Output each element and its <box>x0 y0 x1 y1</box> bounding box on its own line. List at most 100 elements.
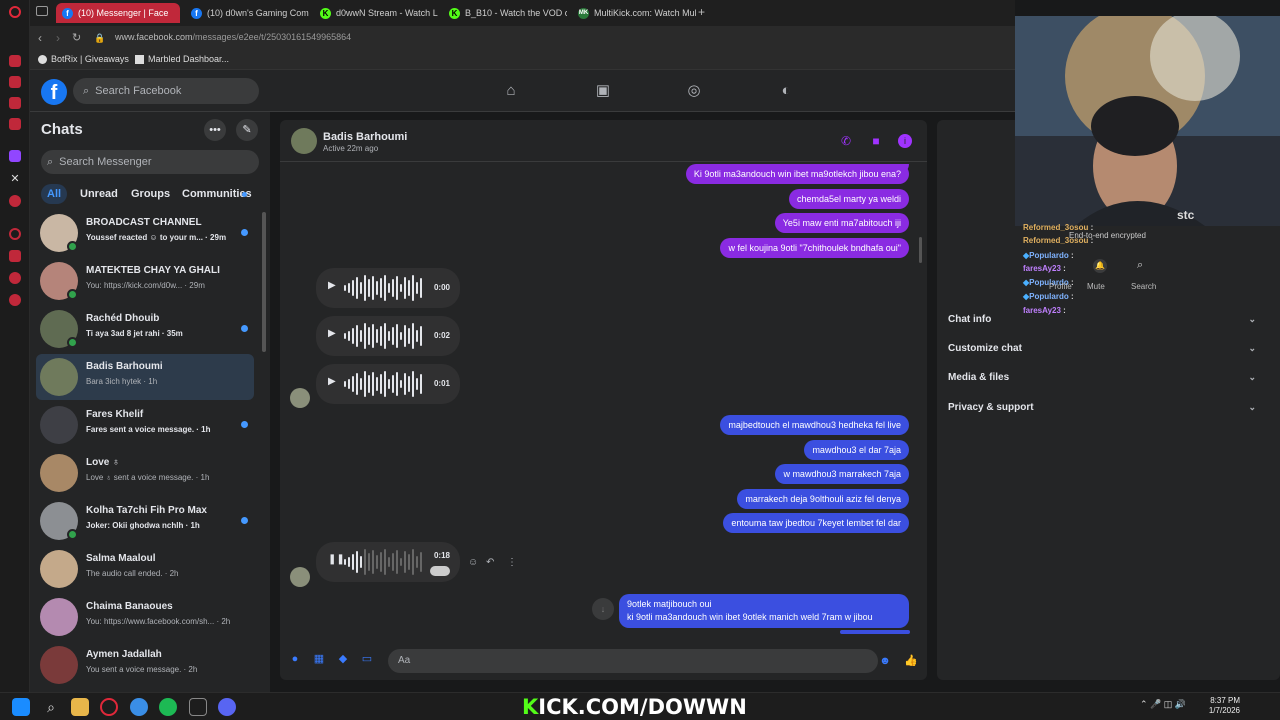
tab-vod[interactable]: K B_B10 - Watch the VOD on <box>443 3 567 23</box>
message-bubble[interactable]: w fel koujina 9otli "7chithoulek bndhafa… <box>720 238 909 258</box>
windows-start-icon[interactable] <box>12 698 30 716</box>
emoji-icon[interactable]: ☻ <box>878 654 892 668</box>
forward-icon[interactable]: › <box>56 31 60 45</box>
scrollbar[interactable] <box>919 165 922 645</box>
avatar[interactable] <box>291 128 317 154</box>
message-input[interactable]: Aa <box>388 649 878 673</box>
filter-unread[interactable]: Unread <box>74 184 124 204</box>
bookmark-botrix[interactable]: BotRix | Giveaways <box>38 54 129 64</box>
app-icon[interactable] <box>189 698 207 716</box>
tab-stream[interactable]: K d0wwN Stream - Watch L <box>314 3 438 23</box>
avatar[interactable] <box>290 388 310 408</box>
sidebar-app-icon[interactable] <box>9 250 21 262</box>
reply-icon[interactable]: ↶ <box>486 557 494 568</box>
discord-icon[interactable] <box>218 698 236 716</box>
conversation-item[interactable]: Kolha Ta7chi Fih Pro Max Joker: Okii ghod… <box>36 498 254 544</box>
message-bubble[interactable]: w mawdhou3 marrakech 7aja <box>775 464 909 484</box>
message-bubble[interactable]: Ki 9otli ma3andouch win ibet ma9otlekch … <box>685 164 909 184</box>
sidebar-app-icon[interactable] <box>9 97 21 109</box>
spotify-icon[interactable] <box>159 698 177 716</box>
message-bubble[interactable]: majbedtouch el mawdhou3 hedheka fel live <box>720 415 909 435</box>
conversation-item[interactable]: Badis Barhoumi Bara 3ich hytek · 1h <box>36 354 254 400</box>
play-icon[interactable]: ▶ <box>328 280 336 291</box>
play-icon[interactable]: ▶ <box>328 376 336 387</box>
react-icon[interactable]: ☺ <box>468 557 478 568</box>
bookmark-marbled[interactable]: Marbled Dashboar... <box>135 54 229 64</box>
sticker-icon[interactable]: ◆ <box>336 652 350 666</box>
conversation-item[interactable]: Rachéd Dhouib Ti aya 3ad 8 jet rahi · 35m <box>36 306 254 352</box>
messenger-search-input[interactable]: ⌕ Search Messenger <box>41 150 259 174</box>
history-icon[interactable] <box>9 228 21 240</box>
info-icon[interactable]: i <box>898 134 912 148</box>
new-tab-button[interactable]: + <box>698 5 705 19</box>
tab-menu-icon[interactable] <box>36 6 48 16</box>
video-call-icon[interactable]: ■ <box>869 134 883 148</box>
search-icon[interactable]: ⌕ <box>42 698 60 716</box>
settings-icon[interactable] <box>9 294 21 306</box>
more-options-icon[interactable]: ••• <box>204 119 226 141</box>
video-icon[interactable]: ▣ <box>594 82 612 100</box>
profile-action-label[interactable]: Profile <box>1049 282 1072 291</box>
tab-multikick[interactable]: MK MultiKick.com: Watch Mult <box>572 3 696 23</box>
conversation-item[interactable]: MATEKTEB CHAY YA GHALI You: https://kick.… <box>36 258 254 304</box>
sidebar-app-icon[interactable] <box>9 76 21 88</box>
conversation-item[interactable]: Love ♁ Love ♁ sent a voice message. · 1h <box>36 450 254 496</box>
privacy-support-section[interactable]: Privacy & support ⌄ <box>948 402 1256 413</box>
gaming-icon[interactable]: ◐ <box>777 82 795 100</box>
sidebar-app-icon[interactable] <box>9 55 21 67</box>
file-explorer-icon[interactable] <box>71 698 89 716</box>
like-icon[interactable]: 👍 <box>904 654 918 668</box>
phone-icon[interactable]: ✆ <box>839 134 853 148</box>
contact-name[interactable]: Badis Barhoumi <box>323 131 407 143</box>
message-bubble[interactable]: entouma taw jbedtou 7keyet lembet fel da… <box>723 513 909 533</box>
tray-icons[interactable]: ⌃ 🎤 ◫ 🔊 <box>1140 699 1186 710</box>
conversation-item[interactable]: BROADCAST CHANNEL Youssef reacted ☺ to yo… <box>36 210 254 256</box>
url-field[interactable]: www.facebook.com/messages/e2ee/t/2503016… <box>115 32 351 42</box>
forward-icon[interactable]: ↓ <box>592 598 614 620</box>
twitch-icon[interactable] <box>9 150 21 162</box>
more-icon[interactable]: ⋮ <box>507 557 517 568</box>
gif-icon[interactable]: ▭ <box>360 652 374 666</box>
message-bubble[interactable]: Ye5i maw enti ma7abitouch iji <box>774 213 909 233</box>
bell-icon[interactable]: 🔔 <box>1093 259 1107 273</box>
play-icon[interactable]: ▶ <box>328 328 336 339</box>
reload-icon[interactable]: ↻ <box>72 31 81 44</box>
filter-all[interactable]: All <box>41 184 68 204</box>
tab-messenger[interactable]: f (10) Messenger | Face <box>56 3 180 23</box>
youtube-icon[interactable] <box>9 195 21 207</box>
home-icon[interactable]: ⌂ <box>502 82 520 100</box>
opera-icon[interactable] <box>100 698 118 716</box>
conversation-item[interactable]: Chaima Banaoues You: https://www.facebook… <box>36 594 254 640</box>
message-bubble[interactable]: 9otlek matjibouch oui ki 9otli ma3andouc… <box>619 594 909 628</box>
clock[interactable]: 8:37 PM 1/7/2026 <box>1209 696 1240 716</box>
search-icon[interactable]: ⌕ <box>1137 259 1143 272</box>
conversation-item[interactable]: Fares Khelif Fares sent a voice message. … <box>36 402 254 448</box>
sidebar-app-icon[interactable] <box>9 118 21 130</box>
filter-groups[interactable]: Groups <box>125 184 176 204</box>
conversation-item[interactable]: Salma Maaloul The audio call ended. · 2h <box>36 546 254 592</box>
message-bubble[interactable]: chemda5el marty ya weldi <box>788 189 909 209</box>
conversation-item[interactable]: Aymen Jadallah You sent a voice message. … <box>36 642 254 688</box>
opera-logo-icon[interactable] <box>9 6 21 18</box>
microphone-icon[interactable]: ● <box>288 652 302 666</box>
facebook-search-input[interactable]: ⌕ Search Facebook <box>73 78 259 104</box>
tab-gaming-community[interactable]: f (10) d0wn's Gaming Com <box>185 3 309 23</box>
playback-speed-button[interactable] <box>430 566 450 576</box>
scrollbar[interactable] <box>262 212 266 352</box>
facebook-logo[interactable]: f <box>41 79 67 105</box>
customize-chat-section[interactable]: Customize chat ⌄ <box>948 343 1256 354</box>
message-bubble[interactable]: mawdhou3 el dar 7aja <box>804 440 909 460</box>
pause-icon[interactable]: ❚❚ <box>328 554 345 565</box>
media-files-section[interactable]: Media & files ⌄ <box>948 372 1256 383</box>
new-message-icon[interactable]: ✎ <box>236 119 258 141</box>
search-action-label[interactable]: Search <box>1131 282 1156 291</box>
x-icon[interactable]: ✕ <box>9 173 21 185</box>
app-icon[interactable] <box>130 698 148 716</box>
sidebar-app-icon[interactable] <box>9 272 21 284</box>
back-icon[interactable]: ‹ <box>38 31 42 45</box>
mute-action-label[interactable]: Mute <box>1087 282 1105 291</box>
groups-icon[interactable]: ◎ <box>685 82 703 100</box>
image-icon[interactable]: ▦ <box>312 652 326 666</box>
message-bubble[interactable]: marrakech deja 9olthouli aziz fel denya <box>737 489 909 509</box>
avatar[interactable] <box>290 567 310 587</box>
